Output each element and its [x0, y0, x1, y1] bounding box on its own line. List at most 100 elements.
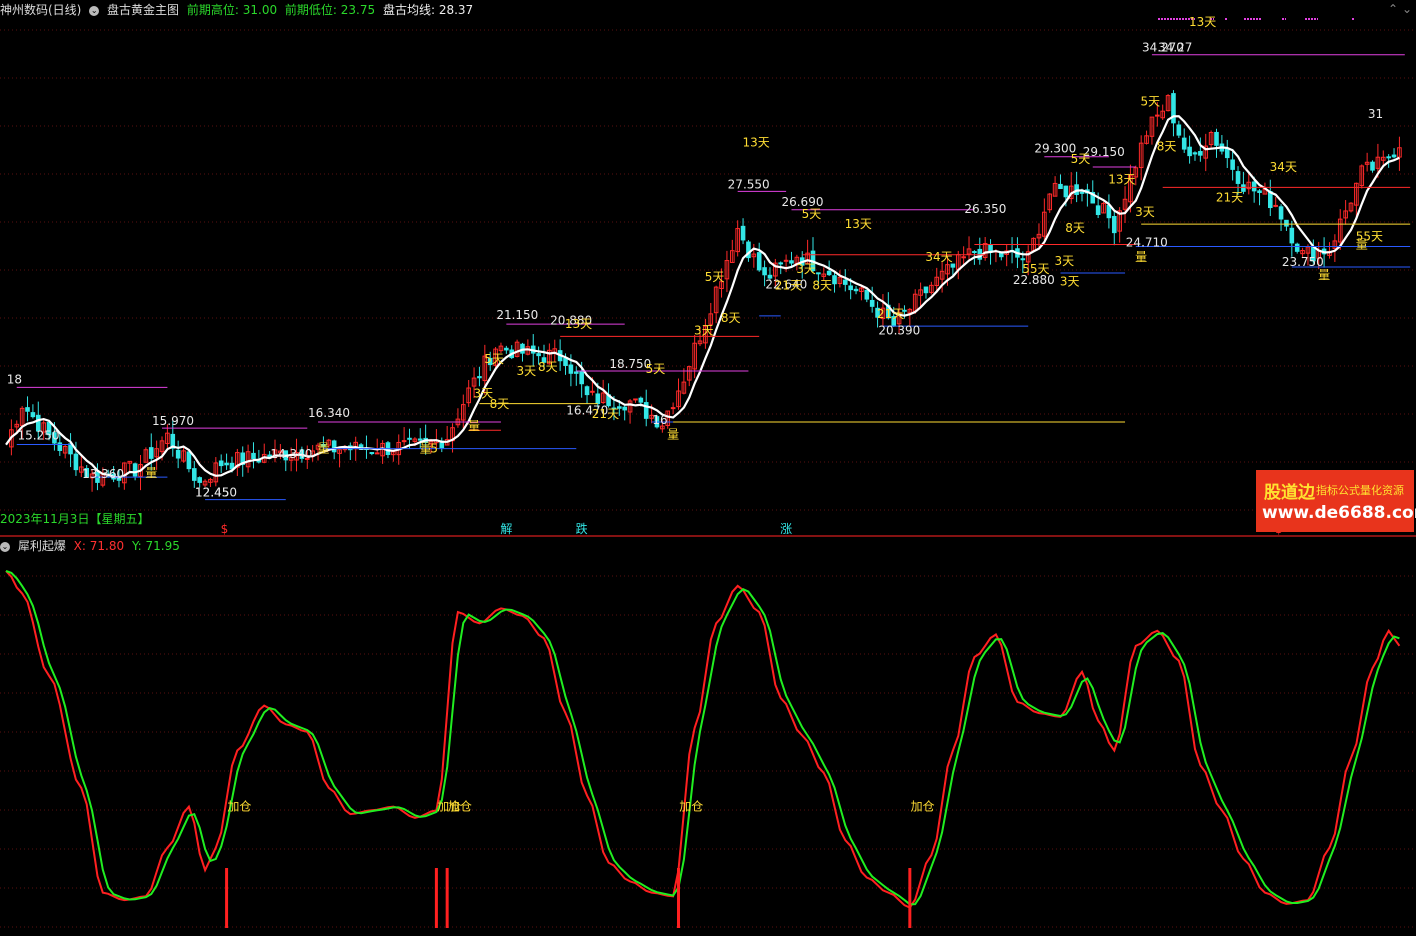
panel-controls[interactable]: ⌃ ⌄	[1388, 2, 1412, 16]
candle-body[interactable]	[1058, 183, 1063, 190]
candle-body[interactable]	[25, 407, 30, 412]
candle-body[interactable]	[869, 299, 875, 307]
candle-body[interactable]	[622, 406, 628, 411]
candle-body[interactable]	[192, 468, 197, 481]
candle-body[interactable]	[374, 452, 380, 455]
candle-body[interactable]	[175, 449, 181, 459]
candle-body[interactable]	[1192, 152, 1198, 155]
candle-body[interactable]	[1278, 206, 1284, 220]
candle-body[interactable]	[590, 390, 595, 393]
candle-body[interactable]	[961, 256, 966, 259]
signal-glyph: 涨	[780, 521, 792, 536]
candle-body[interactable]	[1198, 151, 1203, 156]
candle-body[interactable]	[923, 286, 929, 294]
candle-body[interactable]	[251, 452, 256, 459]
candle-body[interactable]	[331, 440, 337, 453]
candle-body[interactable]	[756, 252, 762, 271]
candle-body[interactable]	[789, 260, 794, 264]
candle-body[interactable]	[369, 452, 375, 455]
candle-body[interactable]	[218, 460, 224, 467]
candle-body[interactable]	[1230, 159, 1235, 170]
chevron-down-icon[interactable]: ⌄	[89, 5, 100, 16]
price-label: 18	[7, 372, 22, 386]
candle-body[interactable]	[407, 437, 412, 440]
candle-body[interactable]	[638, 397, 644, 403]
day-count-label: 13天	[845, 217, 872, 231]
candle-body[interactable]	[1235, 171, 1241, 184]
candle-body[interactable]	[563, 357, 568, 366]
candle-body[interactable]	[1273, 204, 1278, 207]
candle-body[interactable]	[1386, 156, 1391, 159]
sub-indicator-name[interactable]: 犀利起爆	[18, 539, 66, 553]
candle-body[interactable]	[1289, 227, 1295, 244]
candle-body[interactable]	[1224, 148, 1230, 159]
candle-body[interactable]	[30, 412, 36, 418]
candle-body[interactable]	[477, 376, 482, 379]
candle-body[interactable]	[1181, 137, 1187, 150]
candle-body[interactable]	[832, 275, 837, 285]
candle-body[interactable]	[401, 440, 407, 443]
price-label: 16	[652, 413, 667, 427]
candle-body[interactable]	[778, 262, 784, 265]
candle-body[interactable]	[186, 451, 192, 470]
candle-body[interactable]	[1187, 146, 1192, 157]
stock-chart[interactable]: 1815.25013.36015.97012.4512.45014.34016.…	[0, 0, 1416, 936]
candle-body[interactable]	[1176, 124, 1182, 136]
candle-body[interactable]	[670, 407, 676, 410]
day-count-label: 8天	[538, 360, 558, 374]
day-count-label: 8天	[1065, 221, 1085, 235]
signal-glyph: $	[221, 522, 229, 536]
candle-body[interactable]	[1370, 161, 1375, 171]
candle-body[interactable]	[132, 463, 138, 477]
candle-body[interactable]	[1111, 215, 1117, 234]
candle-body[interactable]	[568, 364, 574, 374]
candle-body[interactable]	[950, 263, 956, 268]
candle-body[interactable]	[1294, 243, 1300, 252]
chevron-down-icon[interactable]: ⌄	[1402, 2, 1412, 16]
candle-body[interactable]	[816, 272, 821, 275]
candle-body[interactable]	[584, 386, 590, 396]
candle-body[interactable]	[573, 371, 579, 374]
candle-body[interactable]	[1284, 219, 1289, 227]
candle-body[interactable]	[1063, 185, 1069, 198]
candle-body[interactable]	[1155, 114, 1160, 117]
candle-body[interactable]	[579, 371, 584, 385]
price-label: 31	[1368, 107, 1383, 121]
y-line[interactable]	[5, 570, 1400, 906]
candle-body[interactable]	[504, 347, 509, 351]
candle-body[interactable]	[148, 447, 154, 459]
candle-body[interactable]	[197, 477, 202, 483]
candle-body[interactable]	[1171, 93, 1176, 124]
candle-body[interactable]	[633, 398, 638, 401]
candle-body[interactable]	[1214, 131, 1219, 146]
candle-body[interactable]	[740, 225, 746, 241]
candle-body[interactable]	[595, 393, 601, 405]
stock-name[interactable]: 神州数码(日线)	[0, 3, 81, 17]
candle-body[interactable]	[1020, 258, 1026, 261]
ma-line[interactable]	[5, 115, 1400, 479]
candle-body[interactable]	[853, 288, 859, 292]
candle-body[interactable]	[864, 289, 870, 300]
chevron-down-icon[interactable]: ⌄	[0, 541, 10, 552]
candle-body[interactable]	[1095, 205, 1101, 216]
day-count-label: 5天	[1071, 152, 1091, 166]
candle-body[interactable]	[762, 267, 767, 276]
candle-body[interactable]	[848, 285, 853, 291]
candle-body[interactable]	[1251, 181, 1257, 192]
candle-body[interactable]	[536, 353, 541, 357]
main-chart-header: 神州数码(日线) ⌄ 盘古黄金主图 前期高位: 31.00 前期低位: 23.7…	[0, 0, 477, 20]
candle-body[interactable]	[1391, 154, 1397, 158]
prev-low-label: 前期低位: 23.75	[284, 3, 376, 17]
candle-body[interactable]	[417, 438, 423, 441]
candle-body[interactable]	[783, 259, 789, 262]
candle-body[interactable]	[972, 251, 977, 254]
x-line[interactable]	[5, 570, 1401, 909]
candle-body[interactable]	[73, 453, 79, 471]
main-indicator-name[interactable]: 盘古黄金主图	[107, 3, 179, 17]
candle-body[interactable]	[1079, 191, 1085, 194]
candle-body[interactable]	[1257, 190, 1262, 193]
chevron-up-icon[interactable]: ⌃	[1388, 2, 1398, 16]
candle-body[interactable]	[224, 462, 229, 466]
candle-body[interactable]	[826, 270, 832, 276]
candle-body[interactable]	[842, 279, 848, 285]
